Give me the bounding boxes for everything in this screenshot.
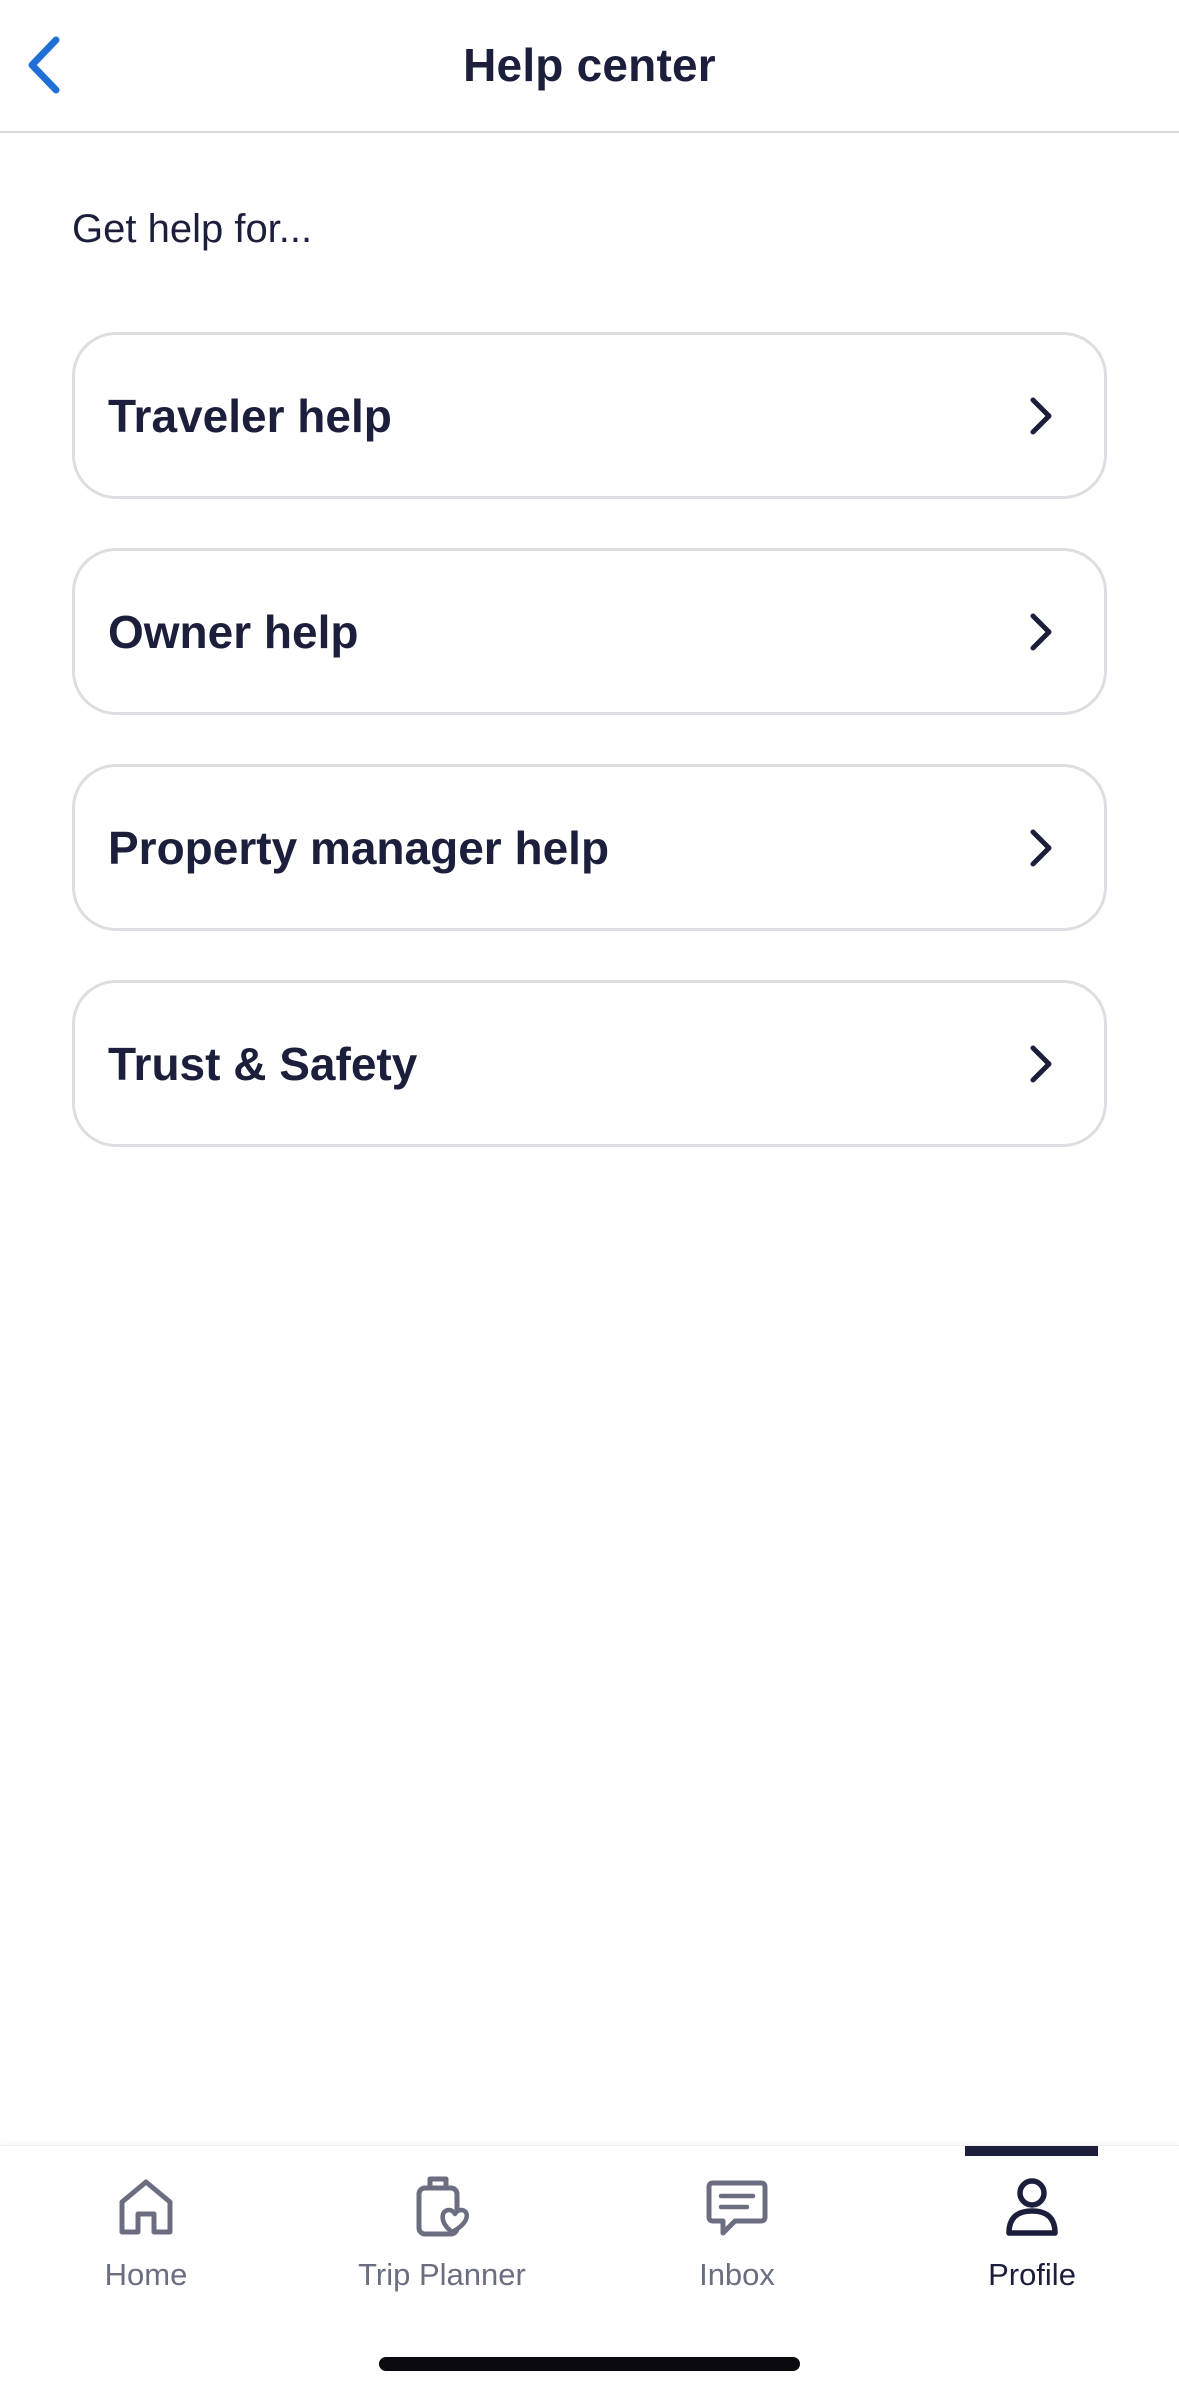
trust-and-safety-button[interactable]: Trust & Safety [72,980,1107,1147]
traveler-help-button[interactable]: Traveler help [72,332,1107,499]
subheading: Get help for... [72,207,313,251]
inbox-icon [705,2173,769,2241]
tab-inbox[interactable]: Inbox [637,2146,837,2306]
help-option-label: Owner help [108,605,359,658]
tab-trip-planner[interactable]: Trip Planner [342,2146,542,2306]
help-center-screen: Help center Get help for... Traveler hel… [0,0,1179,2396]
help-option-label: Property manager help [108,821,610,874]
chevron-right-icon [1026,828,1056,868]
help-option-label: Trust & Safety [108,1037,418,1090]
chevron-right-icon [1026,396,1056,436]
tab-label: Profile [988,2257,1076,2292]
home-indicator [379,2357,800,2371]
header: Help center [0,0,1179,133]
tab-profile[interactable]: Profile [932,2146,1132,2306]
home-icon [116,2173,176,2241]
trip-planner-icon [411,2173,473,2241]
tab-label: Trip Planner [358,2257,526,2292]
tab-label: Home [104,2257,188,2292]
property-manager-help-button[interactable]: Property manager help [72,764,1107,931]
chevron-right-icon [1026,612,1056,652]
page-title: Help center [463,39,716,91]
tab-label: Inbox [699,2257,775,2292]
profile-icon [1004,2173,1060,2241]
help-option-label: Traveler help [108,389,392,442]
chevron-right-icon [1026,1044,1056,1084]
owner-help-button[interactable]: Owner help [72,548,1107,715]
help-options-list: Traveler help Owner help Property manage… [72,332,1107,1196]
tab-home[interactable]: Home [46,2146,246,2306]
